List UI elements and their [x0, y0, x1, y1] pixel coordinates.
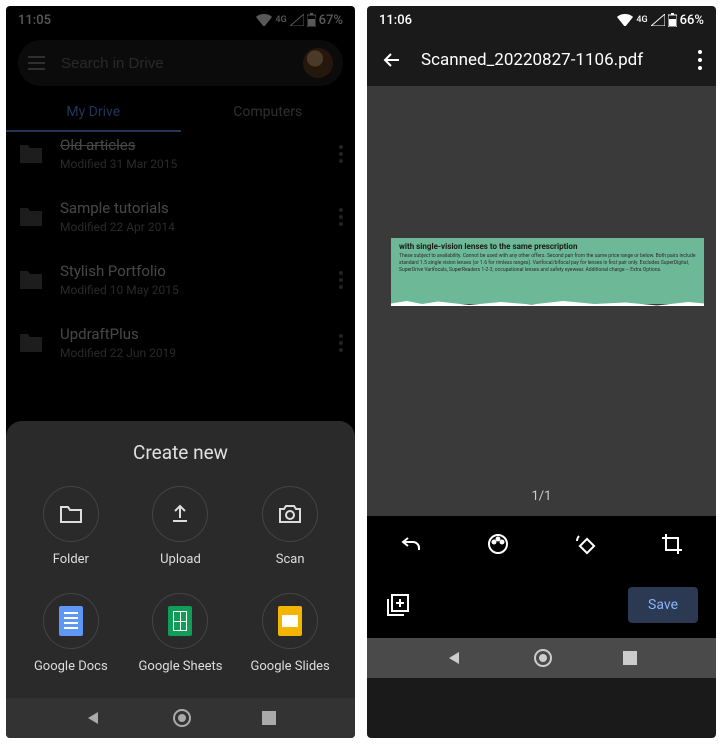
battery-pct: 67% [319, 13, 343, 28]
tab-computers[interactable]: Computers [181, 92, 356, 132]
wifi-icon [617, 14, 633, 26]
sheets-icon [168, 606, 192, 636]
home-icon[interactable] [172, 708, 192, 728]
clock: 11:05 [18, 13, 51, 28]
recent-icon[interactable] [262, 711, 276, 725]
sheet-title: Create new [16, 441, 345, 464]
camera-icon [278, 504, 302, 524]
toolbar [367, 516, 716, 572]
file-name: Stylish Portfolio [60, 262, 323, 280]
palette-icon[interactable] [486, 532, 510, 556]
home-icon[interactable] [533, 648, 553, 668]
scanned-image: with single-vision lenses to the same pr… [391, 238, 704, 304]
file-name: Old articles [60, 136, 323, 154]
page-indicator: 1/1 [367, 489, 716, 504]
wifi-icon [256, 14, 272, 26]
search-bar[interactable] [18, 40, 343, 86]
folder-icon [18, 143, 44, 165]
folder-icon [18, 269, 44, 291]
search-input[interactable] [59, 54, 289, 73]
android-nav [6, 698, 355, 738]
network: 4G [636, 15, 647, 25]
file-list: Old articles Modified 31 Mar 2015 Sample … [6, 132, 355, 374]
save-button[interactable]: Save [628, 587, 698, 623]
create-sheets[interactable]: Google Sheets [126, 593, 236, 674]
network: 4G [275, 15, 286, 25]
more-icon[interactable] [698, 50, 702, 70]
scan-screen: 11:06 4G 66% Scanned_20220827-1106.pdf w… [367, 6, 716, 738]
android-nav [367, 638, 716, 678]
tab-my-drive[interactable]: My Drive [6, 92, 181, 132]
file-modified: Modified 22 Apr 2014 [60, 220, 323, 234]
create-scan[interactable]: Scan [235, 486, 345, 567]
hamburger-icon[interactable] [28, 56, 45, 70]
list-item[interactable]: UpdraftPlus Modified 22 Jun 2019 [18, 311, 343, 374]
crop-icon[interactable] [660, 532, 684, 556]
file-name: UpdraftPlus [60, 325, 323, 343]
back-icon[interactable] [447, 650, 463, 666]
create-docs[interactable]: Google Docs [16, 593, 126, 674]
file-modified: Modified 10 May 2015 [60, 283, 323, 297]
add-page-icon[interactable] [385, 592, 411, 618]
drive-screen: 11:05 4G 67% My Drive Computers Old arti… [6, 6, 355, 738]
back-icon[interactable] [86, 710, 102, 726]
more-icon[interactable] [339, 208, 343, 226]
back-arrow-icon[interactable] [381, 49, 403, 71]
battery-icon [307, 13, 316, 27]
list-item[interactable]: Stylish Portfolio Modified 10 May 2015 [18, 248, 343, 311]
rotate-icon[interactable] [573, 532, 597, 556]
more-icon[interactable] [339, 271, 343, 289]
doc-title[interactable]: Scanned_20220827-1106.pdf [421, 50, 680, 70]
folder-icon [59, 504, 83, 524]
undo-icon[interactable] [399, 532, 423, 556]
slides-icon [278, 606, 302, 636]
folder-icon [18, 206, 44, 228]
signal-icon [651, 14, 665, 26]
scan-canvas[interactable]: with single-vision lenses to the same pr… [367, 86, 716, 516]
avatar[interactable] [303, 48, 333, 78]
create-sheet: Create new Folder Upload Scan Google Doc… [6, 421, 355, 698]
file-name: Sample tutorials [60, 199, 323, 217]
upload-icon [169, 503, 191, 525]
more-icon[interactable] [339, 334, 343, 352]
more-icon[interactable] [339, 145, 343, 163]
clock: 11:06 [379, 13, 412, 28]
list-item[interactable]: Old articles Modified 31 Mar 2015 [18, 132, 343, 185]
recent-icon[interactable] [623, 651, 637, 665]
create-slides[interactable]: Google Slides [235, 593, 345, 674]
create-folder[interactable]: Folder [16, 486, 126, 567]
file-modified: Modified 22 Jun 2019 [60, 346, 323, 360]
tabs: My Drive Computers [6, 92, 355, 132]
status-bar: 11:05 4G 67% [6, 6, 355, 34]
signal-icon [290, 14, 304, 26]
status-bar: 11:06 4G 66% [367, 6, 716, 34]
battery-icon [668, 13, 677, 27]
app-bar: Scanned_20220827-1106.pdf [367, 34, 716, 86]
battery-pct: 66% [680, 13, 704, 28]
docs-icon [59, 606, 83, 636]
list-item[interactable]: Sample tutorials Modified 22 Apr 2014 [18, 185, 343, 248]
file-modified: Modified 31 Mar 2015 [60, 157, 323, 171]
create-upload[interactable]: Upload [126, 486, 236, 567]
bottom-bar: Save [367, 572, 716, 638]
folder-icon [18, 332, 44, 354]
